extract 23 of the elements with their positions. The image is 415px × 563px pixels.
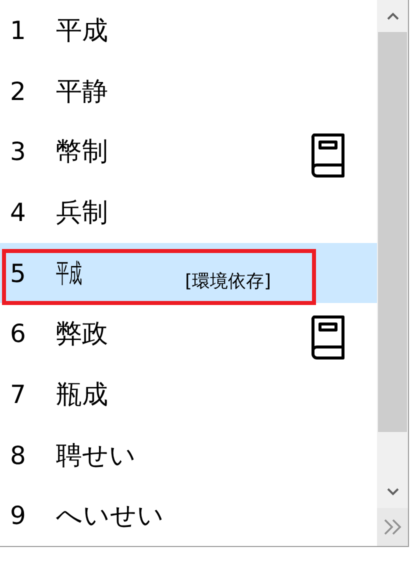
- scrollbar[interactable]: [377, 0, 408, 546]
- candidate-text: 瓶成: [56, 378, 108, 412]
- candidate-text: 平静: [56, 76, 108, 108]
- candidate-text: 兵制: [56, 196, 108, 230]
- candidate-number: 7: [9, 380, 27, 409]
- scroll-thumb[interactable]: [378, 32, 407, 432]
- candidate-number: 9: [9, 501, 27, 530]
- candidate-row[interactable]: 5 ㍻ [環境依存]: [0, 242, 377, 304]
- expand-icon[interactable]: [377, 508, 408, 546]
- candidate-number: 3: [9, 137, 27, 166]
- candidate-text: 幣制: [56, 136, 108, 170]
- candidate-number: 4: [9, 198, 27, 227]
- candidate-number: 8: [9, 440, 27, 470]
- candidate-tag: [環境依存]: [185, 268, 272, 293]
- candidate-number: 6: [9, 319, 27, 348]
- candidate-number: 2: [9, 76, 27, 106]
- candidate-number: 1: [9, 16, 27, 45]
- candidate-text: ㍻: [56, 258, 82, 291]
- candidate-number: 5: [9, 258, 27, 288]
- candidate-text: へいせい: [56, 500, 164, 534]
- candidate-text: 聘せい: [56, 440, 136, 473]
- candidate-text: 平成: [56, 14, 108, 48]
- candidate-text: 弊政: [56, 318, 108, 352]
